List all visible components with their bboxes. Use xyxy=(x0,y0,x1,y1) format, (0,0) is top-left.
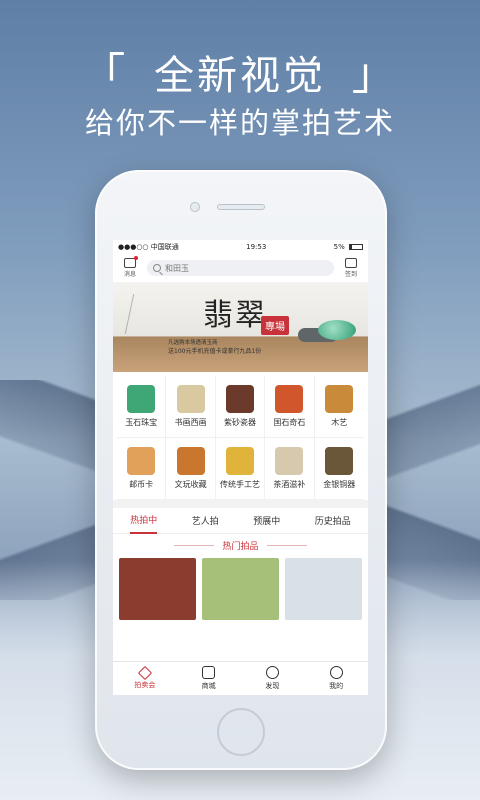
home-button[interactable] xyxy=(217,708,265,756)
category-item[interactable]: 国石奇石 xyxy=(265,376,315,438)
category-grid: 玉石珠宝 书画西画 紫砂瓷器 国石奇石 木艺 邮币卡 文玩收藏 传统手工艺 茶酒… xyxy=(113,372,368,500)
headline-text: 全新视觉 xyxy=(154,53,326,99)
category-thumb xyxy=(127,385,156,413)
search-placeholder: 和田玉 xyxy=(165,263,189,273)
tabbar-profile[interactable]: 我的 xyxy=(304,662,368,695)
category-item[interactable]: 书画西画 xyxy=(166,376,216,438)
category-thumb xyxy=(127,447,156,475)
category-item[interactable]: 金银铜器 xyxy=(314,438,364,500)
category-label: 书画西画 xyxy=(174,418,207,427)
tabbar-label: 拍卖会 xyxy=(134,680,156,689)
battery-percent: 5% xyxy=(333,243,345,251)
tabbar-label: 发现 xyxy=(265,682,280,690)
jade-image xyxy=(318,320,356,340)
tab-artist-auction[interactable]: 艺人拍 xyxy=(192,508,219,533)
earpiece-speaker xyxy=(217,204,265,210)
top-bar: 消息 和田玉 签到 xyxy=(113,254,368,282)
category-item[interactable]: 茶酒滋补 xyxy=(265,438,315,500)
product-card[interactable] xyxy=(202,558,279,620)
search-icon xyxy=(153,264,161,272)
category-item[interactable]: 传统手工艺 xyxy=(215,438,266,500)
checkin-button[interactable]: 签到 xyxy=(340,258,362,278)
bag-icon xyxy=(202,666,216,679)
category-label: 木艺 xyxy=(331,418,348,427)
tabbar-auction[interactable]: 拍卖会 xyxy=(113,662,177,695)
app-screen: ●●●○○ 中国联通 19:53 5% 消息 和田玉 签到 翡翠 專場 凡选购本… xyxy=(113,240,368,695)
product-card[interactable] xyxy=(285,558,362,620)
product-card[interactable] xyxy=(119,558,196,620)
headline-open-bracket: 「 xyxy=(81,49,129,100)
hot-items-row xyxy=(113,556,368,622)
category-label: 国石奇石 xyxy=(273,418,306,427)
category-thumb xyxy=(275,447,304,475)
category-thumb xyxy=(176,385,205,413)
category-item[interactable]: 邮币卡 xyxy=(117,438,167,500)
message-button[interactable]: 消息 xyxy=(119,256,141,278)
tab-history[interactable]: 历史拍品 xyxy=(315,508,351,533)
hot-items-title: 热门拍品 xyxy=(222,541,259,552)
headline-close-bracket: 」 xyxy=(351,49,399,100)
promo-headline: 「 全新视觉 」 xyxy=(0,38,480,102)
checkin-label: 签到 xyxy=(344,271,357,278)
banner-line-2: 送100元手机充值卡或拳行九品1份 xyxy=(168,348,262,355)
category-label: 传统手工艺 xyxy=(219,480,260,489)
tabbar-label: 我的 xyxy=(329,682,344,690)
category-item[interactable]: 玉石珠宝 xyxy=(117,376,167,438)
category-item[interactable]: 文玩收藏 xyxy=(166,438,216,500)
tabbar-discover[interactable]: 发现 xyxy=(241,662,305,695)
hot-items-heading: 热门拍品 xyxy=(113,534,368,556)
category-item[interactable]: 木艺 xyxy=(314,376,364,438)
bottom-tab-bar: 拍卖会 商城 发现 我的 xyxy=(113,661,368,695)
category-thumb xyxy=(176,447,205,475)
category-item[interactable]: 紫砂瓷器 xyxy=(215,376,266,438)
banner-line-1: 凡选购本场透清玉商 xyxy=(168,340,218,346)
status-bar: ●●●○○ 中国联通 19:53 5% xyxy=(113,240,368,254)
front-camera xyxy=(190,202,200,212)
clock-label: 19:53 xyxy=(246,243,267,251)
promo-subline: 给你不一样的掌拍艺术 xyxy=(84,106,395,140)
category-label: 金银铜器 xyxy=(323,480,356,489)
carrier-label: ●●●○○ 中国联通 xyxy=(118,243,179,251)
calendar-icon xyxy=(345,258,357,268)
banner-title: 翡翠 xyxy=(203,298,267,333)
category-label: 邮币卡 xyxy=(129,480,154,489)
envelope-icon xyxy=(124,256,138,268)
battery-indicator: 5% xyxy=(334,243,363,251)
tab-hot-auction[interactable]: 热拍中 xyxy=(130,507,158,534)
category-label: 文玩收藏 xyxy=(174,480,207,489)
category-thumb xyxy=(225,447,254,475)
category-label: 紫砂瓷器 xyxy=(223,418,256,427)
tab-preview[interactable]: 预展中 xyxy=(253,508,280,533)
compass-icon xyxy=(265,666,279,679)
tabbar-mall[interactable]: 商城 xyxy=(177,662,241,695)
heading-rule-right xyxy=(266,544,307,546)
category-label: 茶酒滋补 xyxy=(273,480,306,489)
jade-promo-banner[interactable]: 翡翠 專場 凡选购本场透清玉商 送100元手机充值卡或拳行九品1份 xyxy=(113,282,368,372)
category-thumb xyxy=(325,385,354,413)
ink-plant-decoration xyxy=(124,294,164,334)
unread-dot xyxy=(134,256,138,260)
category-thumb xyxy=(225,385,254,413)
battery-icon xyxy=(348,244,363,250)
tabbar-label: 商城 xyxy=(201,682,216,690)
heading-rule-left xyxy=(174,544,215,546)
banner-seal: 專場 xyxy=(261,316,289,335)
message-label: 消息 xyxy=(123,271,136,278)
person-icon xyxy=(329,666,343,679)
category-label: 玉石珠宝 xyxy=(125,418,158,427)
gavel-icon xyxy=(137,665,152,680)
category-thumb xyxy=(325,447,354,475)
auction-tabs: 热拍中 艺人拍 预展中 历史拍品 xyxy=(113,508,368,534)
category-thumb xyxy=(275,385,304,413)
search-input[interactable]: 和田玉 xyxy=(147,260,334,276)
